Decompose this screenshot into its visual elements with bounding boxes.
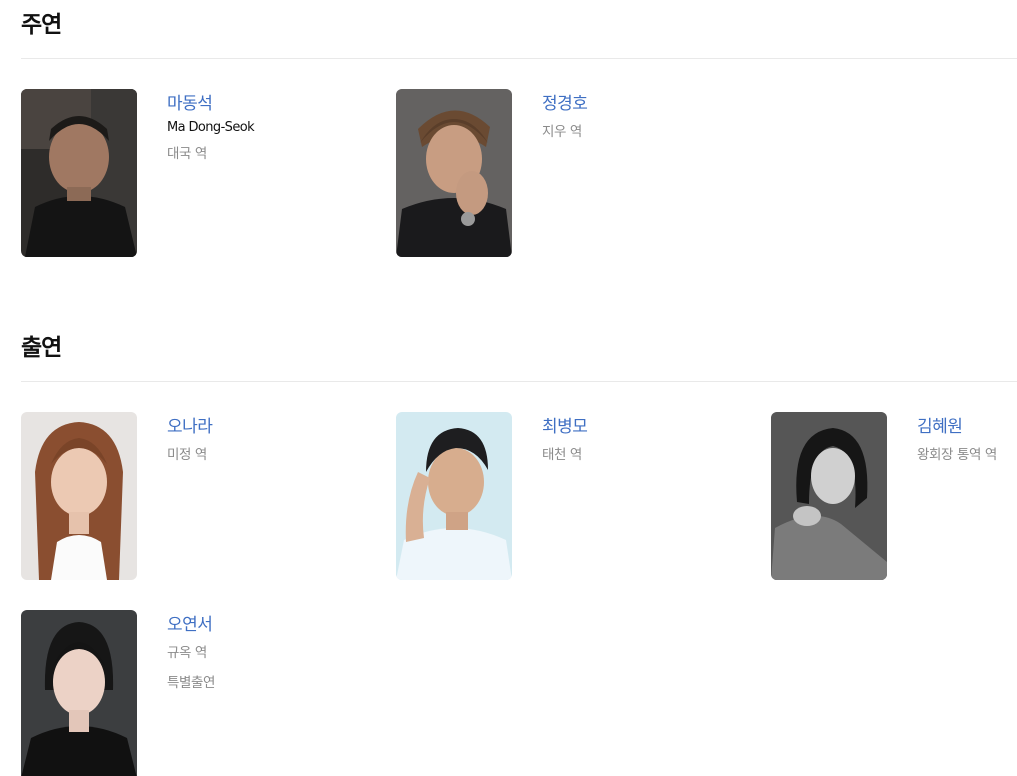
actor-name-english: Ma Dong-Seok (167, 120, 255, 135)
actor-role: 지우 역 (542, 124, 582, 140)
actor-photo[interactable] (21, 412, 137, 580)
section-divider (21, 381, 1017, 382)
actor-role: 왕회장 통역 역 (917, 447, 997, 463)
actor-name-link[interactable]: 정경호 (542, 93, 752, 115)
actor-name-link[interactable]: 마동석 (167, 93, 377, 115)
section-title-lead-cast: 주연 (21, 12, 62, 38)
cast-card: 최병모 태천 역 (396, 412, 756, 582)
section-title-supporting-cast: 출연 (21, 335, 62, 361)
actor-role: 규옥 역 (167, 645, 207, 661)
cast-card: 오나라 미정 역 (21, 412, 381, 582)
actor-photo[interactable] (396, 89, 512, 257)
actor-name-link[interactable]: 김혜원 (917, 416, 1017, 438)
cast-card: 마동석 Ma Dong-Seok 대국 역 (21, 89, 381, 259)
cast-card: 오연서 규옥 역 특별출연 (21, 610, 381, 776)
section-divider (21, 58, 1017, 59)
cast-page: 주연 마동석 Ma Dong-Seok 대국 역 정경호 지우 역 출연 오나라… (0, 0, 1017, 776)
cast-card: 김혜원 왕회장 통역 역 (771, 412, 1017, 582)
actor-photo[interactable] (21, 89, 137, 257)
actor-role: 태천 역 (542, 447, 582, 463)
actor-role: 미정 역 (167, 447, 207, 463)
actor-role: 대국 역 (167, 146, 207, 162)
actor-photo[interactable] (21, 610, 137, 776)
actor-photo[interactable] (396, 412, 512, 580)
cast-card: 정경호 지우 역 (396, 89, 756, 259)
actor-name-link[interactable]: 최병모 (542, 416, 752, 438)
actor-photo[interactable] (771, 412, 887, 580)
special-appearance-label: 특별출연 (167, 675, 216, 691)
actor-name-link[interactable]: 오나라 (167, 416, 377, 438)
actor-name-link[interactable]: 오연서 (167, 614, 377, 636)
